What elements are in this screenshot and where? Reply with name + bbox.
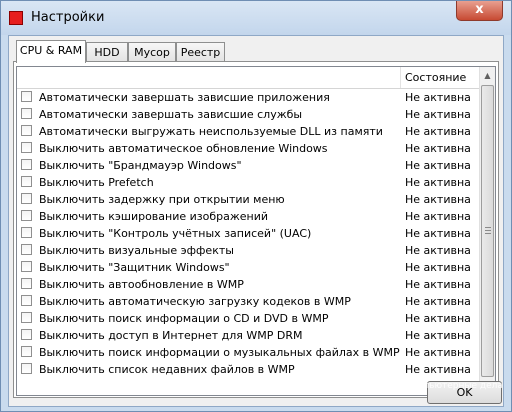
row-status: Не активна xyxy=(405,244,471,257)
arrow-up-icon: ▲ xyxy=(484,71,491,80)
list-item[interactable]: Выключить автоматическое обновление Wind… xyxy=(17,140,481,157)
row-checkbox[interactable] xyxy=(21,108,32,119)
row-checkbox[interactable] xyxy=(21,210,32,221)
row-name: Выключить "Защитник Windows" xyxy=(39,261,230,274)
list-item[interactable]: Выключить "Контроль учётных записей" (UA… xyxy=(17,225,481,242)
watermark-subtitle: умные вещи.компьютерные дела xyxy=(344,381,503,391)
row-name: Выключить "Брандмауэр Windows" xyxy=(39,159,242,172)
row-name: Выключить кэширование изображений xyxy=(39,210,269,223)
row-checkbox[interactable] xyxy=(21,244,32,255)
row-name: Выключить автоматическую загрузку кодеко… xyxy=(39,295,351,308)
row-status: Не активна xyxy=(405,159,471,172)
list-item[interactable]: Выключить кэширование изображений Не акти… xyxy=(17,208,481,225)
list-item[interactable]: Выключить "Защитник Windows" Не активна xyxy=(17,259,481,276)
row-name: Выключить визуальные эффекты xyxy=(39,244,234,257)
row-checkbox[interactable] xyxy=(21,142,32,153)
row-checkbox[interactable] xyxy=(21,329,32,340)
row-checkbox[interactable] xyxy=(21,91,32,102)
list-item[interactable]: Автоматически завершать зависшие службы Н… xyxy=(17,106,481,123)
row-status: Не активна xyxy=(405,91,471,104)
list-item[interactable]: Автоматически выгружать неиспользуемые D… xyxy=(17,123,481,140)
row-status: Не активна xyxy=(405,210,471,223)
row-status: Не активна xyxy=(405,142,471,155)
tab-hdd[interactable]: HDD xyxy=(86,42,128,62)
list-item[interactable]: Выключить задержку при открытии меню Не а… xyxy=(17,191,481,208)
scroll-up-button[interactable]: ▲ xyxy=(480,67,495,84)
row-status: Не активна xyxy=(405,193,471,206)
dialog-body: CPU & RAM HDD Мусор Реестр Состояние Авт… xyxy=(8,35,504,407)
tab-musor[interactable]: Мусор xyxy=(128,42,176,62)
row-checkbox[interactable] xyxy=(21,261,32,272)
app-icon xyxy=(9,11,23,25)
list-item[interactable]: Выключить визуальные эффекты Не активна xyxy=(17,242,481,259)
list-item[interactable]: Выключить доступ в Интернет для WMP DRM Н… xyxy=(17,327,481,344)
row-name: Автоматически выгружать неиспользуемые D… xyxy=(39,125,383,138)
row-status: Не активна xyxy=(405,312,471,325)
list-header: Состояние xyxy=(17,67,481,89)
list-item[interactable]: Выключить поиск информации о CD и DVD в … xyxy=(17,310,481,327)
tab-panel-cpu-ram: Состояние Автоматически завершать зависш… xyxy=(13,61,499,398)
tab-cpu-ram[interactable]: CPU & RAM xyxy=(16,40,86,63)
watermark-logo: ◕ FOTKA умные вещи.компьютерные дела xyxy=(306,357,511,397)
list-item[interactable]: Выключить автообновление в WMP Не активна xyxy=(17,276,481,293)
scroll-thumb[interactable] xyxy=(481,85,494,377)
row-status: Не активна xyxy=(405,278,471,291)
close-button[interactable]: x xyxy=(456,1,503,21)
row-name: Автоматически завершать зависшие приложе… xyxy=(39,91,330,104)
row-checkbox[interactable] xyxy=(21,227,32,238)
grip-line xyxy=(485,227,491,228)
row-status: Не активна xyxy=(405,108,471,121)
row-name: Выключить доступ в Интернет для WMP DRM xyxy=(39,329,303,342)
row-name: Выключить автоматическое обновление Wind… xyxy=(39,142,328,155)
row-checkbox[interactable] xyxy=(21,278,32,289)
row-checkbox[interactable] xyxy=(21,363,32,374)
window-title: Настройки xyxy=(31,10,105,25)
list-item[interactable]: Автоматически завершать зависшие приложе… xyxy=(17,89,481,106)
row-name: Выключить "Контроль учётных записей" (UA… xyxy=(39,227,312,240)
row-status: Не активна xyxy=(405,261,471,274)
row-name: Выключить список недавних файлов в WMP xyxy=(39,363,295,376)
tweaks-list[interactable]: Состояние Автоматически завершать зависш… xyxy=(16,66,496,396)
list-item[interactable]: Выключить Prefetch Не активна xyxy=(17,174,481,191)
vertical-scrollbar[interactable]: ▲ ▼ xyxy=(479,67,495,395)
grip-line xyxy=(485,230,491,231)
row-checkbox[interactable] xyxy=(21,176,32,187)
column-header-status[interactable]: Состояние xyxy=(405,67,466,88)
column-separator[interactable] xyxy=(400,67,401,88)
row-checkbox[interactable] xyxy=(21,312,32,323)
row-name: Выключить задержку при открытии меню xyxy=(39,193,285,206)
list-rows: Автоматически завершать зависшие приложе… xyxy=(17,89,481,378)
row-name: Автоматически завершать зависшие службы xyxy=(39,108,303,121)
settings-window: Настройки x CPU & RAM HDD Мусор Реестр С… xyxy=(0,0,512,412)
row-checkbox[interactable] xyxy=(21,159,32,170)
grip-line xyxy=(485,233,491,234)
list-item[interactable]: Выключить "Брандмауэр Windows" Не активна xyxy=(17,157,481,174)
close-icon: x xyxy=(475,2,484,17)
row-status: Не активна xyxy=(405,125,471,138)
watermark-text: FOTKA xyxy=(344,365,397,381)
row-status: Не активна xyxy=(405,329,471,342)
row-name: Выключить поиск информации о CD и DVD в … xyxy=(39,312,329,325)
list-item[interactable]: Выключить автоматическую загрузку кодеко… xyxy=(17,293,481,310)
row-status: Не активна xyxy=(405,295,471,308)
watermark-icon: ◕ xyxy=(311,356,338,391)
row-name: Выключить автообновление в WMP xyxy=(39,278,244,291)
row-checkbox[interactable] xyxy=(21,346,32,357)
row-checkbox[interactable] xyxy=(21,193,32,204)
row-status: Не активна xyxy=(405,176,471,189)
row-name: Выключить Prefetch xyxy=(39,176,154,189)
row-checkbox[interactable] xyxy=(21,125,32,136)
title-bar[interactable]: Настройки x xyxy=(1,1,511,35)
row-status: Не активна xyxy=(405,227,471,240)
tab-reestr[interactable]: Реестр xyxy=(176,42,225,62)
row-checkbox[interactable] xyxy=(21,295,32,306)
